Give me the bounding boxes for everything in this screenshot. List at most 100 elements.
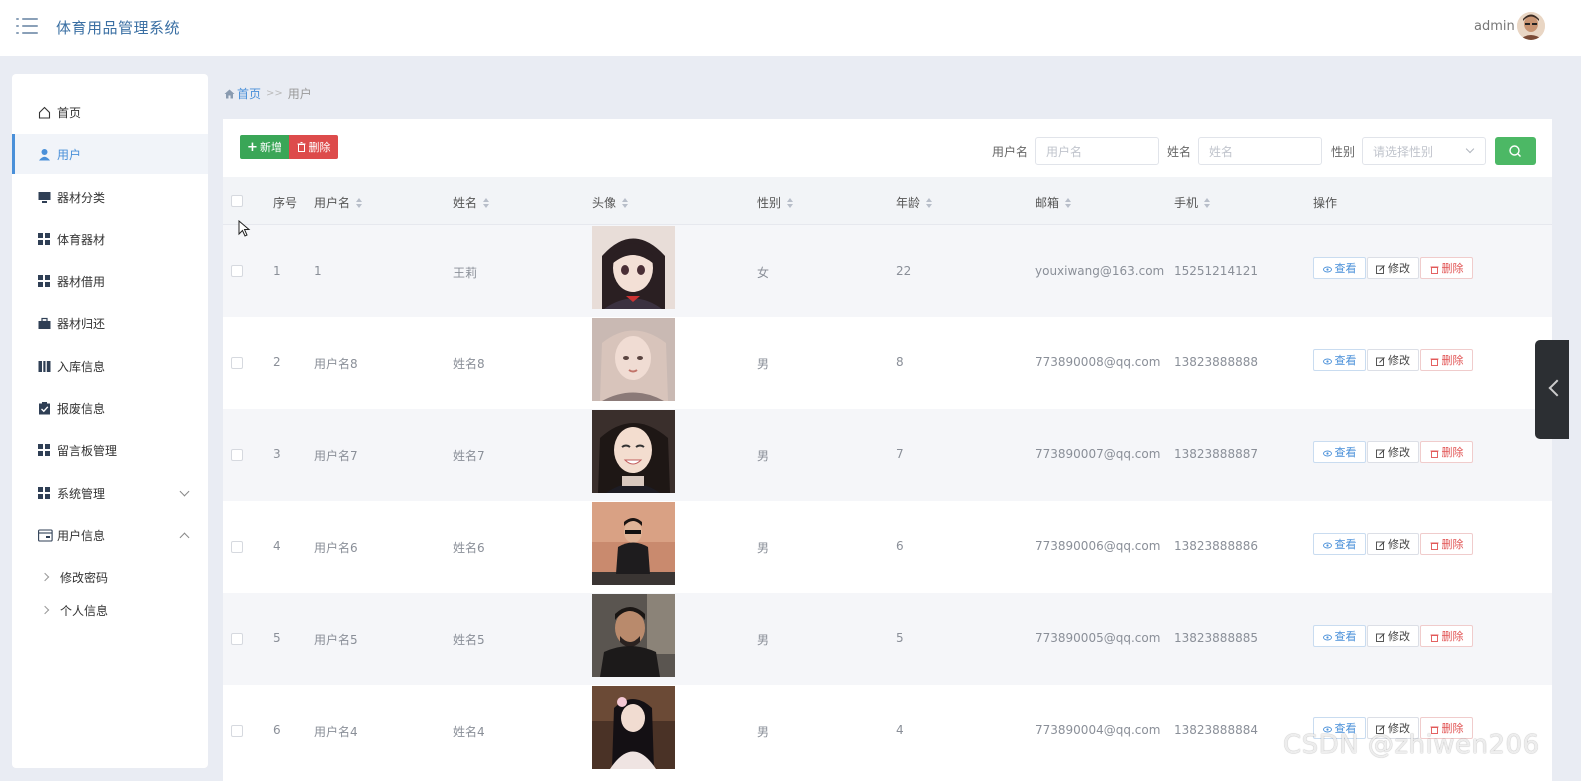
search-button[interactable]	[1495, 137, 1536, 165]
sidebar-subitem-change-password[interactable]: 修改密码	[12, 562, 208, 592]
sidebar-item-home[interactable]: 首页	[12, 92, 208, 132]
view-button[interactable]: 查看	[1313, 349, 1366, 371]
sort-icon[interactable]	[926, 197, 933, 208]
edit-button[interactable]: 修改	[1367, 257, 1419, 279]
name-search-input[interactable]: 姓名	[1198, 137, 1322, 165]
delete-button[interactable]: 删除	[1420, 441, 1473, 463]
breadcrumb-home[interactable]: 首页	[224, 85, 261, 102]
column-header-phone[interactable]: 手机	[1174, 194, 1211, 211]
column-header-avatar[interactable]: 头像	[592, 194, 629, 211]
column-header-username[interactable]: 用户名	[314, 194, 363, 211]
column-header-gender[interactable]: 性别	[757, 194, 794, 211]
user-avatar[interactable]	[1517, 12, 1545, 40]
cell-avatar-image	[592, 226, 675, 309]
name-search-label: 姓名	[1167, 145, 1192, 159]
edit-button[interactable]: 修改	[1367, 533, 1419, 555]
sort-icon[interactable]	[1204, 197, 1211, 208]
delete-button[interactable]: 删除	[1420, 533, 1473, 555]
row-checkbox[interactable]	[231, 265, 243, 277]
sidebar-item-user-info[interactable]: 用户信息	[12, 515, 208, 555]
sidebar-item-user[interactable]: 用户	[12, 134, 208, 174]
home-icon	[38, 106, 51, 119]
view-label: 查看	[1334, 354, 1357, 367]
cell-name: 姓名5	[453, 633, 485, 647]
user-name[interactable]: admin	[1474, 19, 1515, 34]
collapse-side-panel-button[interactable]	[1535, 340, 1569, 439]
row-checkbox[interactable]	[231, 357, 243, 369]
edit-button[interactable]: 修改	[1367, 349, 1419, 371]
sidebar-item-equipment-borrow[interactable]: 器材借用	[12, 261, 208, 301]
sort-icon[interactable]	[483, 197, 490, 208]
delete-button[interactable]: 删除	[1420, 625, 1473, 647]
cell-phone: 13823888884	[1174, 723, 1258, 737]
delete-label: 删除	[1441, 262, 1464, 275]
eye-icon	[1322, 540, 1332, 549]
column-header-index: 序号	[273, 194, 297, 211]
sidebar-item-sports-equipment[interactable]: 体育器材	[12, 219, 208, 259]
cell-index: 3	[273, 447, 281, 461]
column-header-age[interactable]: 年龄	[896, 194, 933, 211]
sidebar-item-stock-in[interactable]: 入库信息	[12, 346, 208, 386]
cell-index: 4	[273, 539, 281, 553]
row-checkbox[interactable]	[231, 633, 243, 645]
delete-button[interactable]: 删除	[1420, 349, 1473, 371]
cell-username: 用户名7	[314, 449, 358, 463]
cell-phone: 13823888885	[1174, 631, 1258, 645]
row-checkbox[interactable]	[231, 449, 243, 461]
sidebar-item-scrap[interactable]: 报废信息	[12, 388, 208, 428]
chevron-up-icon	[179, 532, 190, 543]
column-header-name[interactable]: 姓名	[453, 194, 490, 211]
sidebar-item-equipment-return[interactable]: 器材归还	[12, 303, 208, 343]
add-button[interactable]: + 新增	[240, 135, 289, 159]
cell-gender: 女	[757, 266, 770, 280]
menu-toggle-icon[interactable]	[16, 16, 38, 36]
sidebar-item-label: 留言板管理	[57, 443, 118, 458]
view-label: 查看	[1334, 538, 1357, 551]
cell-age: 4	[896, 723, 904, 737]
view-button[interactable]: 查看	[1313, 257, 1366, 279]
edit-label: 修改	[1388, 262, 1410, 275]
column-label: 性别	[757, 196, 782, 210]
chevron-down-icon	[179, 486, 190, 497]
sort-icon[interactable]	[622, 197, 629, 208]
chevron-left-icon	[1548, 379, 1566, 397]
sort-icon[interactable]	[356, 197, 363, 208]
edit-icon	[1376, 632, 1385, 642]
row-checkbox[interactable]	[231, 541, 243, 553]
sidebar-subitem-label: 修改密码	[60, 570, 109, 585]
breadcrumb-home-label: 首页	[237, 87, 262, 101]
edit-button[interactable]: 修改	[1367, 441, 1419, 463]
sidebar-item-message-board[interactable]: 留言板管理	[12, 430, 208, 470]
delete-label: 删除	[1441, 630, 1464, 643]
select-all-checkbox[interactable]	[231, 195, 243, 207]
gender-select[interactable]: 请选择性别	[1362, 137, 1486, 165]
delete-button[interactable]: 删除	[1420, 257, 1473, 279]
sidebar-item-system-management[interactable]: 系统管理	[12, 473, 208, 513]
name-placeholder: 姓名	[1209, 144, 1234, 159]
batch-delete-button[interactable]: 删除	[289, 135, 338, 159]
sidebar-item-label: 用户	[57, 147, 82, 162]
sidebar-item-equipment-category[interactable]: 器材分类	[12, 177, 208, 217]
cell-email: 773890006@qq.com	[1035, 539, 1161, 553]
sort-icon[interactable]	[787, 197, 794, 208]
table-row: 5 用户名5 姓名5 男 5 773890005@qq.com 13823888…	[223, 593, 1552, 685]
column-header-email[interactable]: 邮箱	[1035, 194, 1072, 211]
view-button[interactable]: 查看	[1313, 625, 1366, 647]
column-label: 邮箱	[1035, 196, 1060, 210]
sidebar-subitem-personal-info[interactable]: 个人信息	[12, 595, 208, 625]
username-search-input[interactable]: 用户名	[1035, 137, 1159, 165]
home-icon	[224, 89, 235, 98]
grid-icon	[38, 486, 51, 500]
add-button-label: 新增	[259, 141, 282, 154]
cell-name: 姓名7	[453, 449, 485, 463]
edit-icon	[1376, 448, 1385, 458]
table-row: 4 用户名6 姓名6 男 6 773890006@qq.com 13823888…	[223, 501, 1552, 593]
edit-button[interactable]: 修改	[1367, 625, 1419, 647]
row-checkbox[interactable]	[231, 725, 243, 737]
sort-icon[interactable]	[1065, 197, 1072, 208]
trash-icon	[297, 142, 305, 152]
sidebar-item-label: 系统管理	[57, 486, 106, 501]
edit-label: 修改	[1388, 446, 1410, 459]
view-button[interactable]: 查看	[1313, 441, 1366, 463]
view-button[interactable]: 查看	[1313, 533, 1366, 555]
